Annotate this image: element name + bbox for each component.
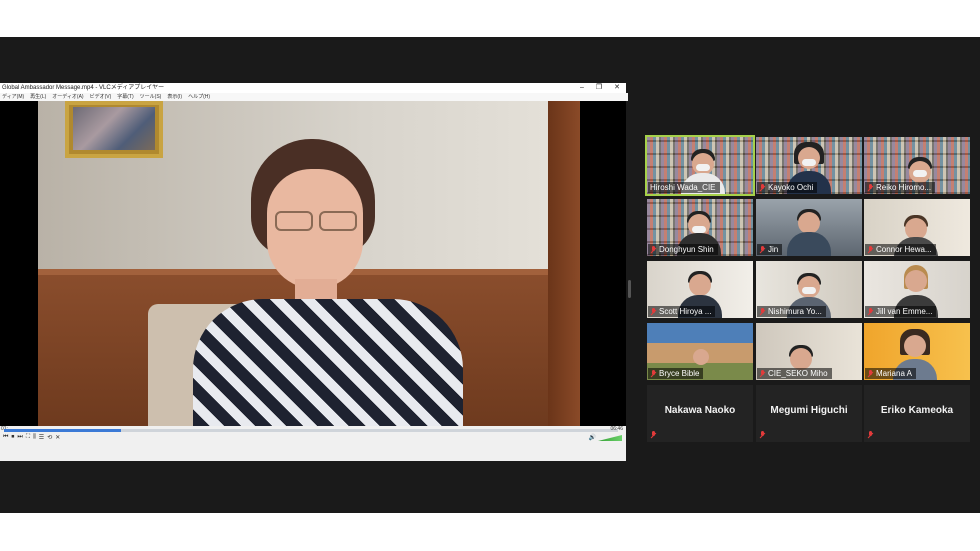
maximize-button[interactable]: ❐ [596,83,602,93]
loop-icon[interactable]: ⟲ [47,434,52,441]
participant-tile[interactable]: Scott Hiroya ... [647,261,753,318]
extended-settings-icon[interactable]: ⫼ [33,434,36,441]
total-time: 06:46 [610,426,623,432]
participant-tile[interactable]: Kayoko Ochi [756,137,862,194]
muted-mic-icon [650,369,657,378]
participant-tile[interactable]: Reiko Hiromo... [864,137,970,194]
participant-name-label: Scott Hiroya ... [648,306,716,317]
seek-progress [4,429,121,432]
participant-name-label: Reiko Hiromo... [865,182,936,193]
volume-slider[interactable] [598,435,622,441]
menu-playback[interactable]: 再生(L) [30,93,46,101]
muted-mic-icon [650,431,657,439]
participant-display-name: Eriko Kameoka [880,405,954,416]
video-scene [38,101,580,426]
vlc-menubar: ディア(M) 再生(L) オーディオ(A) ビデオ(V) 字幕(T) ツール(S… [0,93,628,101]
previous-icon[interactable]: ⏮ [3,434,8,441]
muted-mic-icon [759,431,766,439]
speaker-icon[interactable]: 🔊 [589,434,596,441]
participant-tile[interactable]: Hiroshi Wada_CIE [645,135,755,196]
participant-name-label: Jill van Emme... [865,306,937,317]
muted-mic-icon [867,431,874,439]
participant-tile[interactable]: Jill van Emme... [864,261,970,318]
participant-name-label: CIE_SEKO Miho [757,368,832,379]
vlc-titlebar: Global Ambassador Message.mp4 - VLCメディアプ… [0,83,626,93]
menu-audio[interactable]: オーディオ(A) [52,93,83,101]
menu-media[interactable]: ディア(M) [2,93,24,101]
seek-bar[interactable] [4,429,618,432]
participant-name-label: Connor Hewa... [865,244,936,255]
menu-tools[interactable]: ツール(S) [140,93,162,101]
shared-screen-vlc-player: Global Ambassador Message.mp4 - VLCメディアプ… [0,83,628,461]
menu-view[interactable]: 表示(I) [167,93,182,101]
video-frame[interactable] [0,101,626,426]
muted-mic-icon [759,369,766,378]
participant-name-label: Bryce Bible [648,368,704,379]
vlc-controls: 01: 06:46 ⏮ ⏹ ⏭ ⛶ ⫼ ☰ ⟲ ✕ 🔊 [0,426,626,461]
stop-icon[interactable]: ⏹ [11,434,14,441]
participant-display-name: Nakawa Naoko [664,405,736,416]
participant-name-label: Kayoko Ochi [757,182,818,193]
speaker-woman [193,139,463,426]
muted-mic-icon [759,245,766,254]
muted-mic-icon [650,245,657,254]
participant-tile-no-video[interactable]: Megumi Higuchi [756,385,862,442]
playlist-icon[interactable]: ☰ [39,434,44,441]
close-button[interactable]: ✕ [614,83,620,93]
minimize-button[interactable]: – [580,83,584,93]
participant-name-label: Nishimura Yo... [757,306,826,317]
split-view-handle[interactable] [628,280,631,298]
participant-tile[interactable]: Mariana A [864,323,970,380]
shuffle-icon[interactable]: ✕ [55,434,60,441]
participant-name-label: Mariana A [865,368,917,379]
menu-video[interactable]: ビデオ(V) [90,93,112,101]
participant-tile-no-video[interactable]: Nakawa Naoko [647,385,753,442]
muted-mic-icon [759,307,766,316]
participant-tile[interactable]: CIE_SEKO Miho [756,323,862,380]
wooden-door [548,101,580,426]
fullscreen-icon[interactable]: ⛶ [26,434,30,441]
participant-tile-no-video[interactable]: Eriko Kameoka [864,385,970,442]
muted-mic-icon [867,369,874,378]
muted-mic-icon [867,245,874,254]
menu-subtitle[interactable]: 字幕(T) [117,93,133,101]
muted-mic-icon [867,307,874,316]
participant-tile[interactable]: Bryce Bible [647,323,753,380]
framed-painting [65,101,163,158]
muted-mic-icon [759,183,766,192]
participant-name-label: Jin [757,244,783,255]
muted-mic-icon [867,183,874,192]
participant-name-label: Donghyun Shin [648,244,718,255]
muted-mic-icon [650,307,657,316]
vlc-window-title: Global Ambassador Message.mp4 - VLCメディアプ… [2,85,165,91]
participant-tile[interactable]: Donghyun Shin [647,199,753,256]
participant-tile[interactable]: Connor Hewa... [864,199,970,256]
menu-help[interactable]: ヘルプ(H) [188,93,210,101]
participant-tile[interactable]: Nishimura Yo... [756,261,862,318]
participant-name-label: Hiroshi Wada_CIE [648,182,720,193]
next-icon[interactable]: ⏭ [17,434,22,441]
participant-tile[interactable]: Jin [756,199,862,256]
participant-display-name: Megumi Higuchi [770,405,848,416]
